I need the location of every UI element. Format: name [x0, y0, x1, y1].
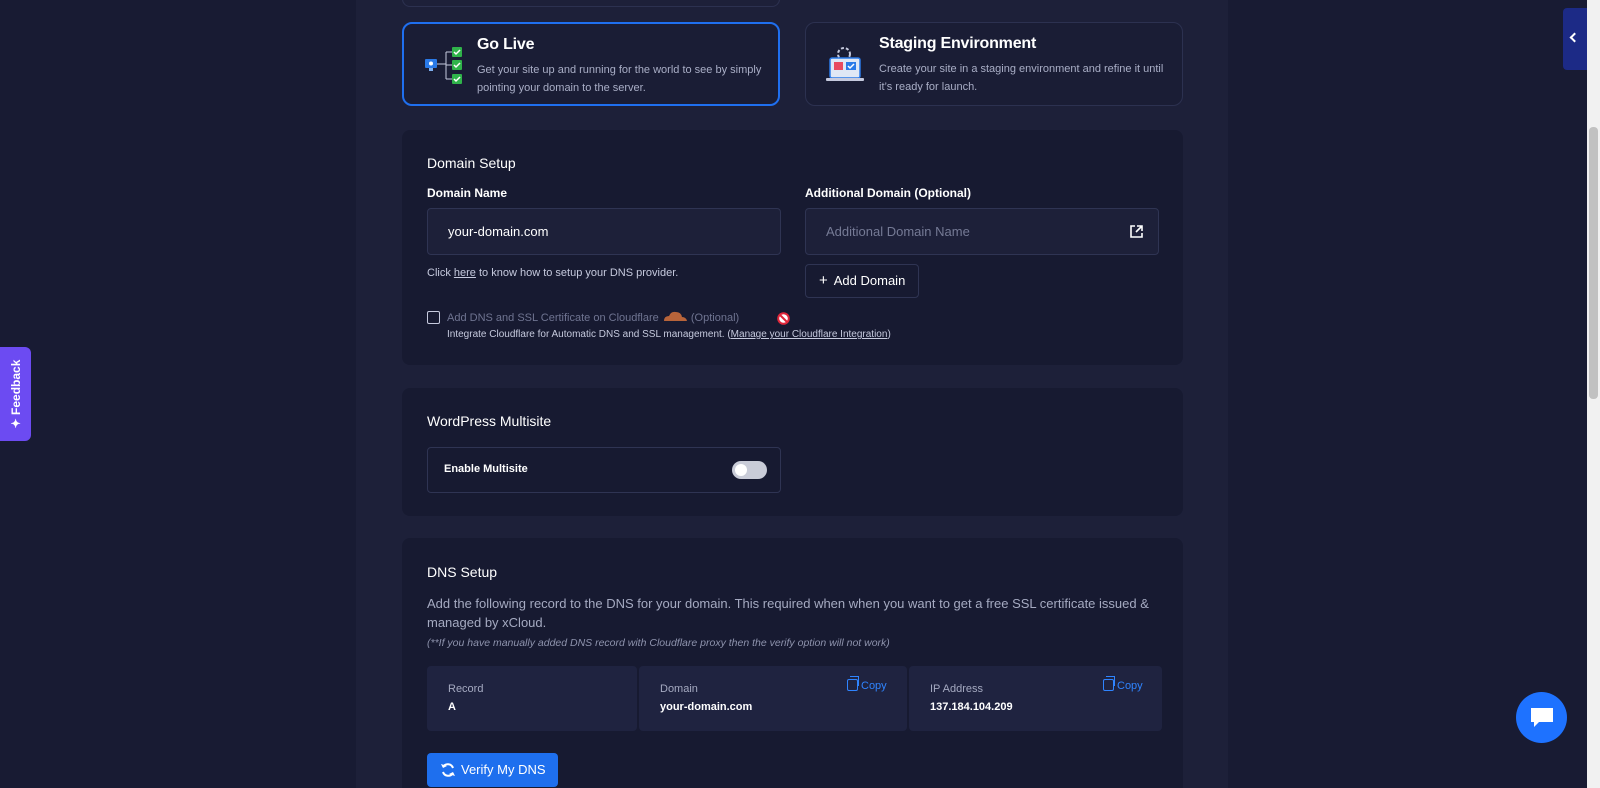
copy-ip-button[interactable]: Copy	[1103, 676, 1143, 692]
verify-dns-label: Verify My DNS	[461, 762, 546, 777]
dns-instructions: Add the following record to the DNS for …	[427, 596, 1149, 630]
go-live-card[interactable]: Go Live Get your site up and running for…	[402, 22, 780, 106]
domain-header: Domain	[660, 683, 698, 695]
record-header: Record	[448, 683, 484, 695]
multisite-toggle[interactable]	[732, 461, 767, 479]
copy-label: Copy	[861, 680, 887, 692]
chevron-left-icon	[1569, 32, 1580, 43]
cloudflare-desc-text: Integrate Cloudflare for Automatic DNS a…	[447, 329, 725, 340]
cloudflare-icon	[663, 311, 687, 321]
copy-label: Copy	[1117, 680, 1143, 692]
multisite-toggle-box: Enable Multisite	[427, 447, 781, 493]
toggle-knob	[735, 464, 747, 476]
staging-title: Staging Environment	[879, 35, 1037, 52]
scrollbar-thumb[interactable]	[1589, 127, 1598, 399]
copy-icon	[1103, 676, 1115, 691]
cloudflare-desc: Integrate Cloudflare for Automatic DNS a…	[447, 329, 891, 340]
feedback-label: ✦ Feedback	[8, 359, 23, 429]
ip-header: IP Address	[930, 683, 983, 695]
multisite-toggle-label: Enable Multisite	[444, 463, 528, 475]
forbidden-icon	[777, 312, 790, 325]
ip-value: 137.184.104.209	[930, 701, 1013, 713]
additional-domain-placeholder: Additional Domain Name	[826, 224, 970, 239]
verify-dns-button[interactable]: Verify My DNS	[427, 753, 558, 787]
cloudflare-integration-link[interactable]: Manage your Cloudflare Integration	[731, 329, 888, 340]
copy-icon	[847, 676, 859, 691]
record-value: A	[448, 701, 456, 713]
cloudflare-checkbox[interactable]	[427, 311, 440, 324]
plus-icon: +	[819, 272, 828, 289]
help-suffix: to know how to setup your DNS provider.	[479, 267, 679, 279]
external-link-icon[interactable]	[1129, 224, 1144, 239]
multisite-title: WordPress Multisite	[427, 413, 552, 429]
go-live-icon	[425, 47, 462, 84]
add-domain-button[interactable]: + Add Domain	[805, 264, 920, 298]
dns-help-link[interactable]: here	[454, 267, 476, 279]
multisite-panel: WordPress Multisite Enable Multisite	[402, 388, 1183, 516]
record-cell: Record A	[427, 666, 637, 731]
feedback-tab[interactable]: ✦ Feedback	[0, 347, 31, 441]
domain-name-input[interactable]: your-domain.com	[427, 208, 781, 255]
staging-icon	[826, 47, 864, 81]
domain-setup-title: Domain Setup	[427, 155, 516, 171]
domain-value: your-domain.com	[660, 701, 753, 713]
dns-setup-title: DNS Setup	[427, 564, 498, 580]
staging-card[interactable]: Staging Environment Create your site in …	[805, 22, 1183, 106]
domain-cell: Domain your-domain.com Copy	[639, 666, 907, 731]
scrollbar[interactable]	[1587, 0, 1600, 788]
dns-help-text: Click here to know how to setup your DNS…	[427, 267, 678, 279]
cloudflare-label-text: Add DNS and SSL Certificate on Cloudflar…	[447, 312, 659, 324]
cloudflare-label: Add DNS and SSL Certificate on Cloudflar…	[447, 310, 739, 324]
domain-setup-panel: Domain Setup Domain Name your-domain.com…	[402, 130, 1183, 365]
cloudflare-optional: (Optional)	[690, 312, 740, 324]
chat-icon	[1531, 708, 1553, 727]
collapse-sidebar-tab[interactable]	[1563, 8, 1587, 70]
copy-domain-button[interactable]: Copy	[847, 676, 887, 692]
domain-name-label: Domain Name	[427, 186, 508, 200]
chat-button[interactable]	[1516, 692, 1567, 743]
go-live-title: Go Live	[477, 36, 535, 53]
ip-cell: IP Address 137.184.104.209 Copy	[909, 666, 1162, 731]
additional-domain-input[interactable]: Additional Domain Name	[805, 208, 1159, 255]
staging-desc: Create your site in a staging environmen…	[879, 63, 1164, 93]
additional-domain-label: Additional Domain (Optional)	[805, 186, 971, 200]
sync-icon	[441, 763, 455, 777]
go-live-desc: Get your site up and running for the wor…	[477, 64, 762, 94]
help-prefix: Click	[427, 267, 451, 279]
add-domain-label: Add Domain	[833, 273, 906, 288]
dns-setup-panel: DNS Setup Add the following record to th…	[402, 538, 1183, 788]
dns-note: (**If you have manually added DNS record…	[427, 637, 890, 649]
previous-card-edge	[402, 0, 780, 7]
